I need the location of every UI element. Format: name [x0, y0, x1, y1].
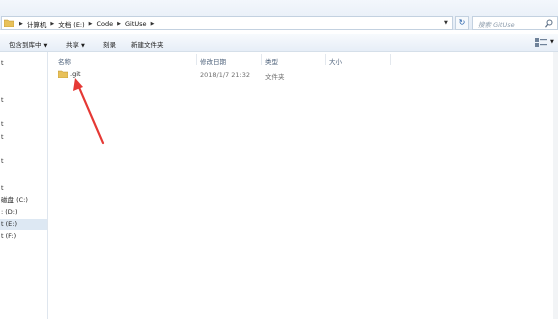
column-header-date-modified[interactable]: 修改日期 [200, 56, 226, 66]
file-date-modified: 2018/1/7 21:32 [200, 71, 250, 79]
nav-fragment[interactable]: t [0, 58, 47, 69]
nav-item-drive-e[interactable]: t (E:) [0, 219, 47, 230]
column-divider[interactable] [325, 54, 326, 65]
refresh-button[interactable]: ↻ [455, 16, 469, 30]
nav-fragment[interactable]: t [0, 183, 47, 194]
nav-fragment[interactable]: t [0, 132, 47, 143]
breadcrumb-item-gituse[interactable]: GitUse [122, 20, 150, 28]
new-folder-button[interactable]: 新建文件夹 [131, 39, 164, 49]
column-divider[interactable] [390, 54, 391, 65]
breadcrumb-item-computer[interactable]: 计算机 [24, 19, 50, 29]
search-input[interactable]: 搜索 GitUse [472, 16, 558, 30]
nav-item-drive-c[interactable]: 磁盘 (C:) [0, 195, 47, 206]
nav-fragment[interactable]: t [0, 119, 47, 130]
folder-icon [4, 19, 14, 27]
search-placeholder: 搜索 GitUse [478, 21, 515, 29]
chevron-down-icon[interactable]: ▼ [550, 39, 554, 45]
command-bar: 包含到库中 ▼ 共享 ▼ 刻录 新建文件夹 ▼ [0, 34, 558, 52]
breadcrumb-item-drive-e[interactable]: 文档 (E:) [55, 19, 87, 29]
navigation-pane: t t t t t t 磁盘 (C:) : (D:) t (E:) t (F:) [0, 52, 48, 319]
include-in-library-label: 包含到库中 [9, 41, 42, 49]
nav-item-drive-f[interactable]: t (F:) [0, 231, 47, 242]
column-header-size[interactable]: 大小 [329, 56, 342, 66]
include-in-library-button[interactable]: 包含到库中 ▼ [9, 39, 47, 49]
chevron-down-icon: ▼ [43, 43, 48, 49]
nav-item-drive-d[interactable]: : (D:) [0, 207, 47, 218]
share-button[interactable]: 共享 ▼ [66, 39, 85, 49]
refresh-icon: ↻ [458, 18, 466, 27]
address-history-dropdown[interactable]: ▼ [444, 20, 448, 26]
column-divider[interactable] [196, 54, 197, 65]
burn-button[interactable]: 刻录 [103, 39, 116, 49]
view-options-icon[interactable] [535, 38, 547, 47]
file-type: 文件夹 [265, 73, 285, 81]
chevron-right-icon[interactable]: ▶ [150, 21, 156, 27]
nav-fragment[interactable]: t [0, 156, 47, 167]
breadcrumb: ▶ 计算机 ▶ 文档 (E:) ▶ Code ▶ GitUse ▶ [18, 19, 155, 29]
chevron-down-icon: ▼ [81, 43, 85, 49]
share-label: 共享 [66, 41, 79, 49]
column-header-type[interactable]: 类型 [265, 56, 278, 66]
column-divider[interactable] [261, 54, 262, 65]
breadcrumb-item-code[interactable]: Code [94, 20, 117, 28]
address-bar[interactable]: ▶ 计算机 ▶ 文档 (E:) ▶ Code ▶ GitUse ▶ ▼ [1, 16, 453, 30]
nav-fragment[interactable]: t [0, 95, 47, 106]
search-icon [545, 19, 553, 28]
scrollbar[interactable] [553, 52, 558, 319]
folder-icon [58, 70, 68, 78]
annotation-arrow [73, 78, 105, 145]
column-header-name[interactable]: 名称 [58, 56, 71, 66]
address-row: ▶ 计算机 ▶ 文档 (E:) ▶ Code ▶ GitUse ▶ ▼ ↻ 搜索… [0, 0, 558, 30]
